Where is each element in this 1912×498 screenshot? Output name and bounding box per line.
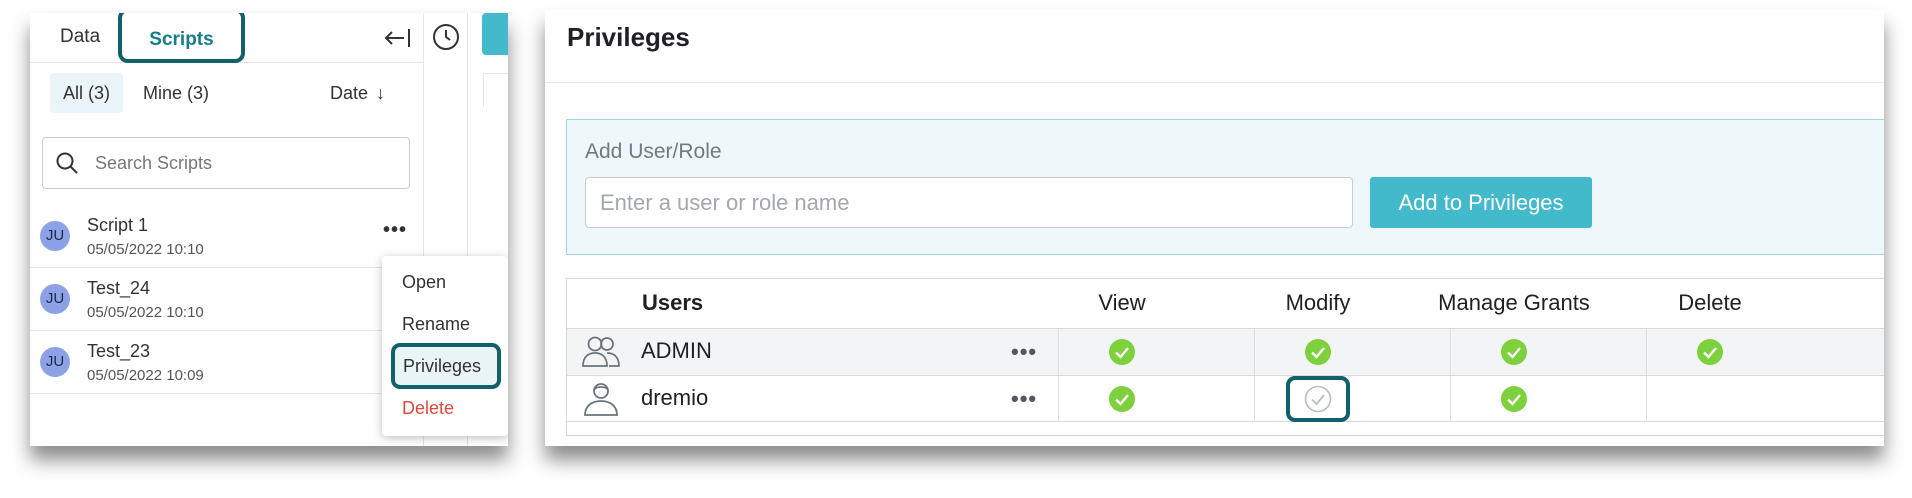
cell-divider xyxy=(1450,376,1451,422)
user-role-input[interactable] xyxy=(585,177,1353,228)
script-date: 05/05/2022 10:10 xyxy=(87,241,204,258)
privileges-table: Users View Modify Manage Grants Delete A… xyxy=(566,278,1884,436)
more-options-icon[interactable]: ••• xyxy=(1011,339,1037,365)
sort-by-date[interactable]: Date ↓ xyxy=(330,73,385,113)
script-context-menu: Open Rename Privileges Delete xyxy=(382,256,508,436)
scripts-panel: Data Scripts All (3) Mine (3) Date ↓ Sea… xyxy=(30,13,508,446)
check-icon-modify[interactable] xyxy=(1304,338,1332,366)
collapse-panel-icon[interactable] xyxy=(382,24,412,52)
check-icon-delete[interactable] xyxy=(1696,338,1724,366)
script-filters: All (3) Mine (3) Date ↓ xyxy=(30,73,423,113)
script-item[interactable]: JU Test_24 05/05/2022 10:10 xyxy=(30,268,423,331)
script-item[interactable]: JU Script 1 05/05/2022 10:10 ••• xyxy=(30,205,423,268)
script-date: 05/05/2022 10:10 xyxy=(87,304,204,321)
cell-divider xyxy=(1450,329,1451,375)
search-scripts-box xyxy=(42,137,410,189)
avatar: JU xyxy=(40,347,70,377)
more-options-icon[interactable]: ••• xyxy=(1011,386,1037,412)
check-icon-view[interactable] xyxy=(1108,385,1136,413)
filter-mine[interactable]: Mine (3) xyxy=(143,73,209,113)
menu-item-rename[interactable]: Rename xyxy=(402,314,470,335)
unchecked-icon-modify[interactable] xyxy=(1304,385,1332,413)
avatar: JU xyxy=(40,284,70,314)
column-header-manage-grants: Manage Grants xyxy=(1438,290,1590,315)
run-button-edge[interactable] xyxy=(482,13,508,55)
clock-icon[interactable] xyxy=(431,22,461,52)
cell-divider xyxy=(1254,376,1255,422)
editor-edge xyxy=(483,73,484,107)
script-date: 05/05/2022 10:09 xyxy=(87,367,204,384)
script-name: Test_24 xyxy=(87,278,151,298)
script-name: Test_23 xyxy=(87,341,151,361)
add-to-privileges-button[interactable]: Add to Privileges xyxy=(1370,177,1592,228)
cell-divider xyxy=(1058,376,1059,422)
column-header-delete: Delete xyxy=(1678,290,1742,315)
user-icon xyxy=(581,381,621,417)
column-header-users: Users xyxy=(642,290,704,315)
editor-edge xyxy=(483,73,508,74)
sort-label: Date xyxy=(330,83,369,103)
script-name: Script 1 xyxy=(87,215,149,235)
table-row-dremio: dremio ••• xyxy=(567,375,1884,422)
check-icon-manage-grants[interactable] xyxy=(1500,385,1528,413)
tab-bar: Data Scripts xyxy=(30,13,423,63)
tab-scripts[interactable]: Scripts xyxy=(118,13,245,63)
table-row-admin: ADMIN ••• xyxy=(567,328,1884,375)
menu-item-privileges[interactable]: Privileges xyxy=(391,343,501,389)
add-user-role-section: Add User/Role Add to Privileges xyxy=(566,119,1884,255)
column-header-modify: Modify xyxy=(1285,290,1351,315)
tab-data[interactable]: Data xyxy=(60,13,100,63)
sort-arrow-icon: ↓ xyxy=(376,83,386,103)
header-divider xyxy=(545,82,1884,83)
more-options-icon[interactable]: ••• xyxy=(383,219,407,242)
cell-divider xyxy=(1254,329,1255,375)
menu-item-open[interactable]: Open xyxy=(402,272,446,293)
check-icon-view[interactable] xyxy=(1108,338,1136,366)
page-title: Privileges xyxy=(567,22,690,52)
cell-divider xyxy=(1646,376,1647,422)
column-header-view: View xyxy=(1098,290,1146,315)
filter-all[interactable]: All (3) xyxy=(50,73,123,113)
user-name: dremio xyxy=(641,385,709,410)
avatar: JU xyxy=(40,221,70,251)
search-icon xyxy=(55,151,79,175)
check-icon-manage-grants[interactable] xyxy=(1500,338,1528,366)
add-user-role-label: Add User/Role xyxy=(585,140,722,163)
cell-divider xyxy=(1646,329,1647,375)
user-name: ADMIN xyxy=(641,338,712,363)
group-icon xyxy=(581,334,621,370)
search-scripts-input[interactable] xyxy=(95,138,395,188)
script-item[interactable]: JU Test_23 05/05/2022 10:09 xyxy=(30,331,423,394)
privileges-dialog: Privileges Add User/Role Add to Privileg… xyxy=(545,10,1884,446)
menu-item-delete[interactable]: Delete xyxy=(402,398,454,419)
cell-divider xyxy=(1058,329,1059,375)
